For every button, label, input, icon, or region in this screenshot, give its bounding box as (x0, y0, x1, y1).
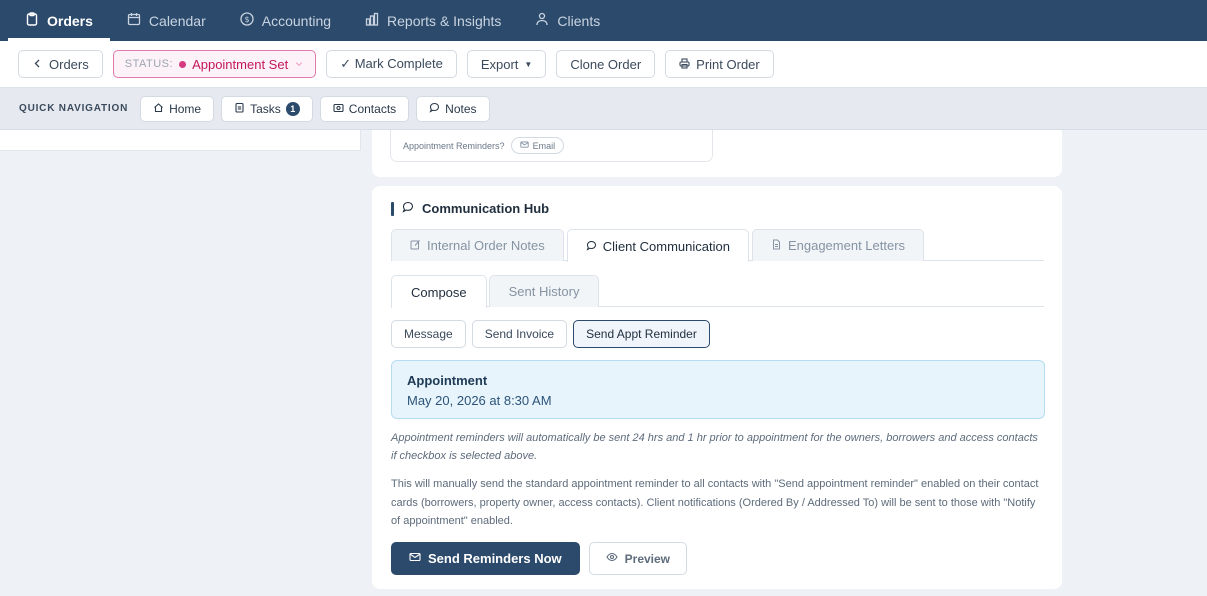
calendar-icon (127, 12, 141, 29)
quicknav-home-button[interactable]: Home (140, 95, 215, 122)
print-order-button[interactable]: Print Order (665, 50, 774, 78)
nav-calendar-label: Calendar (148, 12, 206, 29)
notes-label: Notes (445, 101, 477, 116)
communication-hub-header: Communication Hub (391, 201, 549, 216)
envelope-icon (519, 140, 529, 151)
nav-clients-label: Clients (557, 12, 601, 29)
chevron-down-icon (294, 57, 304, 72)
users-icon (535, 12, 549, 29)
back-to-orders-button[interactable]: Orders (18, 50, 103, 78)
communication-hub-card: Communication Hub Internal Order Notes C… (372, 186, 1062, 589)
email-reminder-chip[interactable]: Email (510, 137, 565, 154)
section-accent-bar (391, 201, 394, 216)
nav-reports[interactable]: Reports & Insights (348, 0, 518, 41)
nav-reports-label: Reports & Insights (387, 12, 502, 29)
home-label: Home (169, 101, 202, 116)
tab-engagement-letters[interactable]: Engagement Letters (751, 229, 925, 261)
quicknav-contacts-button[interactable]: Contacts (319, 95, 410, 122)
nav-orders-label: Orders (47, 12, 93, 29)
communication-hub-title: Communication Hub (422, 201, 550, 216)
appointment-date: May 20, 2026 at 8:30 AM (407, 393, 552, 408)
bar-chart-icon (365, 12, 379, 29)
status-dropdown[interactable]: STATUS: Appointment Set (112, 50, 317, 78)
preview-label: Preview (624, 551, 671, 566)
quicknav-tasks-button[interactable]: Tasks 1 (221, 95, 313, 122)
tab-client-label: Client Communication (602, 238, 730, 254)
message-type-selector: Message Send Invoice Send Appt Reminder (391, 320, 710, 348)
clipboard-icon (25, 12, 39, 29)
send-reminders-now-button[interactable]: Send Reminders Now (391, 542, 580, 575)
eye-icon (605, 551, 618, 566)
email-chip-label: Email (532, 140, 556, 151)
tab-client-communication[interactable]: Client Communication (566, 229, 749, 262)
envelope-icon (409, 551, 421, 566)
mark-complete-button[interactable]: ✓ Mark Complete (326, 50, 457, 78)
quick-navigation-label: QUICK NAVIGATION (19, 103, 129, 114)
manual-reminder-note: This will manually send the standard app… (391, 478, 1039, 527)
subtab-sent-history[interactable]: Sent History (488, 275, 600, 307)
caret-down-icon: ▼ (524, 59, 533, 69)
dollar-circle-icon: $ (240, 12, 254, 29)
subtab-compose[interactable]: Compose (391, 275, 487, 308)
order-toolbar: Orders STATUS: Appointment Set ✓ Mark Co… (0, 41, 1207, 88)
message-type-message-button[interactable]: Message (391, 320, 466, 348)
back-button-label: Orders (49, 56, 89, 72)
clipboard-icon (234, 102, 245, 116)
nav-clients[interactable]: Clients (518, 0, 617, 41)
appointment-title: Appointment (407, 373, 488, 388)
reminder-settings-card: Appointment Reminders? Email (372, 130, 1062, 177)
tab-internal-label: Internal Order Notes (427, 238, 545, 253)
quick-navigation-bar: QUICK NAVIGATION Home Tasks 1 Contacts N… (0, 88, 1207, 130)
nav-orders[interactable]: Orders (8, 0, 110, 41)
chevron-left-icon (32, 57, 43, 72)
print-label: Print Order (696, 56, 760, 72)
clone-order-button[interactable]: Clone Order (556, 50, 656, 78)
communication-tabs: Internal Order Notes Client Communicatio… (391, 229, 1044, 262)
nav-accounting[interactable]: $ Accounting (223, 0, 348, 41)
quicknav-notes-button[interactable]: Notes (416, 95, 490, 122)
preview-button[interactable]: Preview (588, 542, 688, 575)
reminder-actions: Send Reminders Now Preview (391, 542, 688, 575)
export-label: Export (480, 56, 519, 72)
export-dropdown-button[interactable]: Export ▼ (466, 50, 547, 78)
tasks-label: Tasks (250, 101, 281, 116)
reminder-settings-box: Appointment Reminders? Email (390, 130, 713, 162)
compose-subtabs: Compose Sent History (391, 275, 1044, 308)
appointment-reminders-label: Appointment Reminders? (403, 140, 505, 151)
auto-reminder-note: Appointment reminders will automatically… (391, 432, 1038, 462)
home-icon (153, 102, 164, 116)
left-panel (0, 130, 361, 151)
edit-icon (410, 238, 421, 253)
tab-internal-order-notes[interactable]: Internal Order Notes (391, 229, 564, 261)
status-value: Appointment Set (192, 56, 289, 72)
chat-bubble-icon (429, 102, 440, 116)
printer-icon (679, 57, 690, 72)
top-nav: Orders Calendar $ Accounting Reports & I… (0, 0, 1207, 41)
contacts-card-icon (333, 102, 344, 116)
document-icon (771, 238, 782, 253)
message-type-reminder-button[interactable]: Send Appt Reminder (573, 320, 710, 348)
tab-engagement-label: Engagement Letters (787, 238, 906, 253)
tasks-count-badge: 1 (285, 101, 300, 116)
svg-text:$: $ (244, 15, 249, 24)
nav-calendar[interactable]: Calendar (110, 0, 223, 41)
status-key-label: STATUS: (124, 58, 174, 70)
chat-bubble-icon (402, 201, 414, 216)
chat-bubble-icon (586, 239, 597, 254)
contacts-label: Contacts (348, 101, 397, 116)
status-dot-icon (179, 60, 187, 68)
nav-accounting-label: Accounting (261, 12, 332, 29)
send-reminders-label: Send Reminders Now (428, 551, 562, 566)
appointment-info-box: Appointment May 20, 2026 at 8:30 AM (391, 360, 1045, 419)
message-type-invoice-button[interactable]: Send Invoice (471, 320, 568, 348)
